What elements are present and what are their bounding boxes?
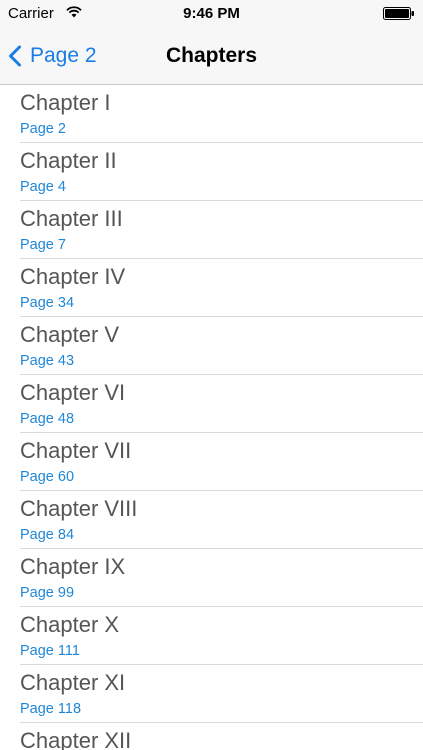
chapter-title: Chapter IV [20,264,126,289]
chapter-title: Chapter VII [20,438,132,463]
chapter-title: Chapter XI [20,670,126,695]
chapter-page-label: Page 2 [20,121,66,137]
chapter-row[interactable]: Chapter X Page 111 [20,607,423,665]
chapter-page-label: Page 43 [20,353,75,369]
chapter-row[interactable]: Chapter XI Page 118 [20,665,423,723]
battery-icon [383,7,414,20]
status-time: 9:46 PM [183,5,240,22]
chapter-row[interactable]: Chapter VII Page 60 [20,433,423,491]
chapter-title: Chapter V [20,322,120,347]
chapter-row[interactable]: Chapter IX Page 99 [20,549,423,607]
app-screen: Carrier 9:46 PM Page 2 Chapters Chapter … [0,0,423,750]
chapter-title: Chapter III [20,206,123,231]
chapter-row[interactable]: Chapter II Page 4 [20,143,423,201]
chapter-title: Chapter VIII [20,496,138,521]
status-bar: Carrier 9:46 PM [0,0,423,28]
chapter-row[interactable]: Chapter V Page 43 [20,317,423,375]
chapter-title: Chapter IX [20,554,126,579]
chapter-page-label: Page 111 [20,643,80,659]
chapter-row[interactable]: Chapter III Page 7 [20,201,423,259]
chapter-page-label: Page 4 [20,179,66,195]
chapter-page-label: Page 99 [20,585,75,601]
chapter-title: Chapter II [20,148,117,173]
navigation-bar: Page 2 Chapters [0,28,423,85]
chapter-title: Chapter X [20,612,120,637]
page-title: Chapters [165,44,258,67]
chapter-page-label: Page 118 [20,701,82,717]
chapter-page-label: Page 48 [20,411,75,427]
chapter-title: Chapter XII [20,728,132,750]
chapter-row[interactable]: Chapter I Page 2 [20,85,423,143]
chapter-page-label: Page 60 [20,469,75,485]
chapter-row[interactable]: Chapter VI Page 48 [20,375,423,433]
chapter-row[interactable]: Chapter XII [20,723,423,750]
chapter-page-label: Page 7 [20,237,66,253]
chapter-title: Chapter VI [20,380,126,405]
chapter-page-label: Page 34 [20,295,75,311]
chapter-title: Chapter I [20,90,111,115]
chapter-row[interactable]: Chapter IV Page 34 [20,259,423,317]
chapter-list: Chapter I Page 2 Chapter II Page 4 Chapt… [0,85,423,750]
chapter-row[interactable]: Chapter VIII Page 84 [20,491,423,549]
chapter-page-label: Page 84 [20,527,75,543]
